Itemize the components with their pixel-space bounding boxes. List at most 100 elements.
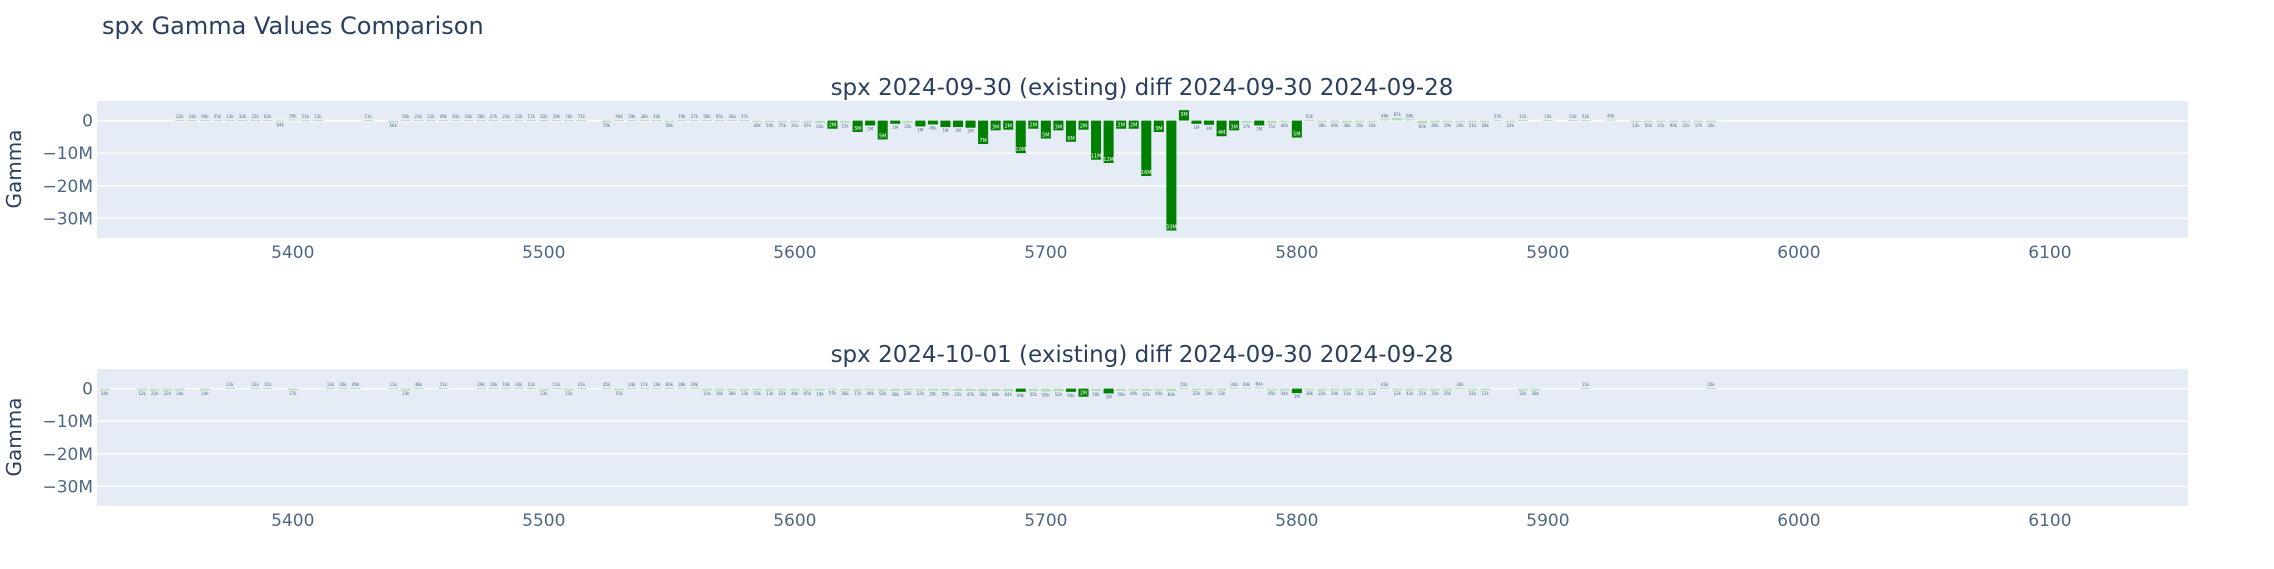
bar — [1128, 388, 1139, 391]
bar-data-label: 22k — [151, 391, 159, 396]
bar-data-label: 16k — [716, 391, 724, 396]
bar-data-label: 24k — [1456, 123, 1464, 128]
bar-data-label: 71k — [1268, 124, 1276, 129]
bar — [501, 119, 512, 121]
bar-data-label: 1M — [1294, 394, 1301, 399]
bar — [1706, 120, 1717, 122]
bar — [651, 387, 662, 389]
bar — [1191, 120, 1202, 124]
bar — [463, 119, 474, 121]
bar — [388, 120, 399, 123]
bar — [701, 388, 712, 391]
x-tick-label: 5700 — [1024, 243, 1067, 263]
bar-data-label: 33k — [239, 114, 247, 119]
bar-data-label: 38k — [1318, 123, 1326, 128]
bar — [1693, 120, 1704, 122]
bar-data-label: 16k — [465, 114, 473, 119]
bar — [438, 119, 449, 121]
bar — [965, 388, 976, 391]
bar-data-label: 49k — [1381, 113, 1389, 118]
bar-data-label: 13k — [226, 114, 234, 119]
bar-data-label: 22k — [904, 391, 912, 396]
bar — [1655, 120, 1666, 122]
bar-data-label: 1M — [1206, 126, 1213, 131]
bar-data-label: 43k — [1381, 382, 1389, 387]
bar-data-label: 12k — [528, 382, 536, 387]
bar — [438, 387, 449, 389]
bar-data-label: 31k — [1682, 123, 1690, 128]
bar — [1141, 388, 1152, 391]
x-tick-label: 6100 — [2028, 243, 2071, 263]
y-tick-label: −30M — [42, 477, 93, 497]
bar-data-label: 17k — [289, 391, 297, 396]
bar-data-label: 13k — [327, 382, 335, 387]
bar — [1266, 120, 1277, 124]
bar-data-label: 15k — [1544, 114, 1552, 119]
bar-data-label: 37k — [1243, 124, 1251, 129]
bar — [902, 120, 913, 123]
bar-data-label: 40k — [753, 123, 761, 128]
bar-data-label: 49k — [1331, 123, 1339, 128]
bar — [764, 388, 775, 391]
bar-data-label: 12k — [917, 391, 925, 396]
bar — [1015, 388, 1026, 392]
bar-data-label: 11k — [565, 391, 573, 396]
bar — [275, 120, 286, 122]
bar — [476, 387, 487, 389]
bar — [1429, 388, 1440, 391]
bar — [701, 119, 712, 121]
bar-data-label: 23k — [415, 114, 423, 119]
bar — [488, 119, 499, 121]
bar-data-label: 38k — [641, 114, 649, 119]
bar-data-label: 16k — [515, 382, 523, 387]
bar-data-label: 40k — [1155, 391, 1163, 396]
bar-data-label: 10M — [1015, 147, 1026, 153]
bar — [576, 119, 587, 121]
bar-data-label: 56k — [402, 114, 410, 119]
bar-data-label: 51k — [829, 391, 837, 396]
bar — [1241, 120, 1252, 123]
bar — [1316, 388, 1327, 391]
bar-data-label: 24k — [1507, 123, 1515, 128]
bar-data-label: 56k — [390, 123, 398, 128]
bar-data-label: 22k — [176, 114, 184, 119]
bar — [1342, 120, 1353, 123]
bar — [1091, 388, 1102, 391]
bar — [689, 387, 700, 389]
bar-data-label: 37k — [741, 114, 749, 119]
bar — [1166, 388, 1177, 392]
bar — [651, 119, 662, 121]
bar-data-label: 15k — [615, 391, 623, 396]
bar-data-label: 64k — [1005, 392, 1013, 397]
bar — [1367, 388, 1378, 391]
bar-data-label: 71k — [578, 114, 586, 119]
bar — [965, 120, 976, 128]
bar — [777, 120, 788, 122]
bar-data-label: 25k — [1444, 391, 1452, 396]
bar-data-label: 16k — [490, 382, 498, 387]
bar-data-label: 12k — [1394, 391, 1402, 396]
bar-data-label: 21k — [302, 114, 310, 119]
bar — [137, 388, 148, 391]
bar-data-label: 87k — [1394, 112, 1402, 117]
bar — [1643, 120, 1654, 122]
bar-data-label: 84k — [1168, 392, 1176, 397]
gamma-comparison-chart: 22k 34k 94k 55k 13k 33k 22k 62k 94k 26k 21k 11k 11k 5… — [2, 75, 2188, 531]
bar-data-label: 3M — [1055, 124, 1063, 130]
bar-data-label: 70k — [603, 123, 611, 128]
bar-data-label: 11k — [390, 382, 398, 387]
bar — [287, 388, 298, 391]
x-tick-label: 5900 — [1526, 243, 1569, 263]
bar-data-label: 64k — [1243, 382, 1251, 387]
bar — [714, 388, 725, 391]
bar — [676, 119, 687, 121]
bar — [538, 119, 549, 121]
bar-data-label: 26k — [289, 114, 297, 119]
bar — [1178, 387, 1189, 389]
bar-data-label: 29k — [691, 382, 699, 387]
bar — [802, 388, 813, 391]
bar — [1266, 388, 1277, 391]
bar-data-label: 75k — [779, 123, 787, 128]
x-tick-label: 5800 — [1275, 511, 1318, 531]
bar-data-label: 13k — [766, 391, 774, 396]
